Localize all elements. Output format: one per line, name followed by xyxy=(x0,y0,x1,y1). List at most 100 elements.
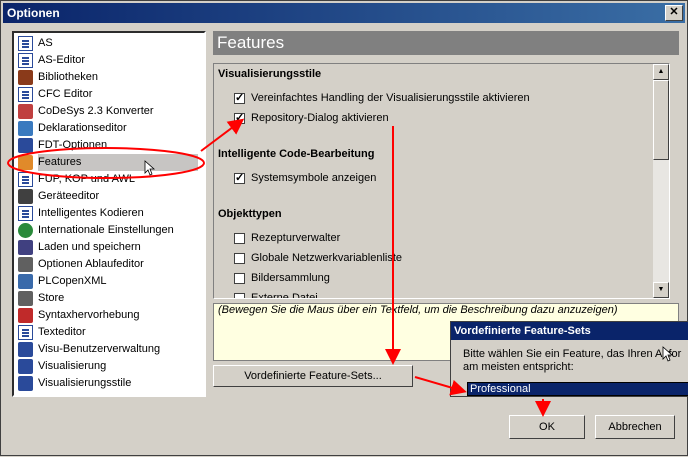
predefined-sets-popup: Vordefinierte Feature-Sets Bitte wählen … xyxy=(450,321,688,397)
section-heading: Intelligente Code-Bearbeitung xyxy=(218,148,375,160)
save-icon xyxy=(18,240,33,255)
tree-item-label: AS-Editor xyxy=(38,54,86,66)
tree-item[interactable]: Deklarationseditor xyxy=(18,120,203,137)
device-icon xyxy=(18,189,33,204)
options-dialog: Optionen ✕ AS AS-Editor Bibliotheken CFC Ed… xyxy=(0,0,688,456)
tree-item-label: AS xyxy=(38,37,53,49)
feature-checkbox[interactable] xyxy=(234,171,245,184)
tree-item-label: Optionen Ablaufeditor xyxy=(38,258,144,270)
tree-item[interactable]: PLCopenXML xyxy=(18,273,203,290)
tree-item[interactable]: Intelligentes Kodieren xyxy=(18,205,203,222)
tree-item-label: CoDeSys 2.3 Konverter xyxy=(38,105,154,117)
tree-item-label: Features xyxy=(38,154,198,171)
feature-label: Vereinfachtes Handling der Visualisierun… xyxy=(251,92,530,104)
doc-icon xyxy=(18,172,33,187)
title-bar: Optionen ✕ xyxy=(3,3,685,23)
tree-item-label: Texteditor xyxy=(38,326,86,338)
tree-item[interactable]: AS xyxy=(18,35,203,52)
feature-checkbox[interactable] xyxy=(234,91,245,104)
page-title: Features xyxy=(217,33,285,52)
fdt-icon xyxy=(18,138,33,153)
tree-item[interactable]: CFC Editor xyxy=(18,86,203,103)
tree-item[interactable]: Texteditor xyxy=(18,324,203,341)
cancel-button[interactable]: Abbrechen xyxy=(595,415,675,439)
tree-item[interactable]: Visualisierungsstile xyxy=(18,375,203,392)
popup-title: Vordefinierte Feature-Sets xyxy=(454,325,591,337)
feature-set-value: Professional xyxy=(470,383,531,395)
tree-item-label: Syntaxhervorhebung xyxy=(38,309,140,321)
panel-scrollbar[interactable]: ▲ ▼ xyxy=(653,64,669,298)
feature-label: Rezepturverwalter xyxy=(251,232,341,244)
section-heading: Visualisierungsstile xyxy=(218,68,322,80)
doc-icon xyxy=(18,325,33,340)
syntax-icon xyxy=(18,308,33,323)
features-panel: ▲ ▼ Visualisierungsstile Vereinfachtes Ha… xyxy=(213,63,670,299)
tree-item[interactable]: Syntaxhervorhebung xyxy=(18,307,203,324)
gear-icon xyxy=(18,257,33,272)
tree-item[interactable]: Bibliotheken xyxy=(18,69,203,86)
tree-item-label: Visu-Benutzerverwaltung xyxy=(38,343,161,355)
tree-item-label: Bibliotheken xyxy=(38,71,98,83)
popup-title-bar: Vordefinierte Feature-Sets xyxy=(451,322,688,340)
books-icon xyxy=(18,70,33,85)
feature-label: Bildersammlung xyxy=(251,272,330,284)
tree-item[interactable]: AS-Editor xyxy=(18,52,203,69)
tree-item[interactable]: Features xyxy=(18,154,203,171)
options-tree[interactable]: AS AS-Editor Bibliotheken CFC Editor CoDeSys… xyxy=(12,31,206,397)
feature-set-select[interactable]: Professional xyxy=(467,382,688,396)
converter-icon xyxy=(18,104,33,119)
tree-item[interactable]: Visualisierung xyxy=(18,358,203,375)
tree-item-label: Geräteeditor xyxy=(38,190,100,202)
feature-label: Globale Netzwerkvariablenliste xyxy=(251,252,403,264)
ok-button[interactable]: OK xyxy=(509,415,585,439)
globe-icon xyxy=(18,223,33,238)
page-header: Features xyxy=(213,31,679,55)
tree-item[interactable]: Store xyxy=(18,290,203,307)
tree-item[interactable]: CoDeSys 2.3 Konverter xyxy=(18,103,203,120)
feature-checkbox[interactable] xyxy=(234,253,245,264)
doc-icon xyxy=(18,87,33,102)
close-button[interactable]: ✕ xyxy=(665,5,683,21)
tree-item-label: Internationale Einstellungen xyxy=(38,224,174,236)
window-title: Optionen xyxy=(7,6,60,20)
tree-item-label: FUP, KOP und AWL xyxy=(38,173,136,185)
tree-item-label: Deklarationseditor xyxy=(38,122,127,134)
tree-item[interactable]: Internationale Einstellungen xyxy=(18,222,203,239)
tree-item[interactable]: Geräteeditor xyxy=(18,188,203,205)
tree-item-label: FDT-Optionen xyxy=(38,139,108,151)
tree-item[interactable]: Optionen Ablaufeditor xyxy=(18,256,203,273)
pencil-icon xyxy=(18,121,33,136)
doc-icon xyxy=(18,36,33,51)
description-text: (Bewegen Sie die Maus über ein Textfeld,… xyxy=(218,304,618,316)
tree-item[interactable]: Laden und speichern xyxy=(18,239,203,256)
feature-checkbox[interactable] xyxy=(234,111,245,124)
tree-item-label: Laden und speichern xyxy=(38,241,141,253)
xml-icon xyxy=(18,274,33,289)
tree-item[interactable]: FUP, KOP und AWL xyxy=(18,171,203,188)
feature-label: Repository-Dialog aktivieren xyxy=(251,112,389,124)
predefined-feature-sets-button[interactable]: Vordefinierte Feature-Sets... xyxy=(213,365,413,387)
tree-item[interactable]: FDT-Optionen xyxy=(18,137,203,154)
tree-item-label: PLCopenXML xyxy=(38,275,107,287)
tree-item-label: Intelligentes Kodieren xyxy=(38,207,144,219)
popup-message: Bitte wählen Sie ein Feature, das Ihren … xyxy=(463,348,682,373)
scroll-up-icon[interactable]: ▲ xyxy=(653,64,669,80)
doc-icon xyxy=(18,206,33,221)
scroll-thumb[interactable] xyxy=(653,80,669,160)
feature-label: Systemsymbole anzeigen xyxy=(251,172,377,184)
feature-checkbox[interactable] xyxy=(234,233,245,244)
tree-item-label: Visualisierung xyxy=(38,360,107,372)
visu-icon xyxy=(18,376,33,391)
feature-label: Externe Datei xyxy=(251,292,318,299)
tree-item-label: Store xyxy=(38,292,65,304)
doc-icon xyxy=(18,53,33,68)
feature-checkbox[interactable] xyxy=(234,273,245,284)
tree-item[interactable]: Visu-Benutzerverwaltung xyxy=(18,341,203,358)
tree-item-label: Visualisierungsstile xyxy=(38,377,132,389)
tree-item-label: CFC Editor xyxy=(38,88,93,100)
users-icon xyxy=(18,342,33,357)
visu-icon xyxy=(18,359,33,374)
store-icon xyxy=(18,291,33,306)
feature-checkbox[interactable] xyxy=(234,293,245,298)
scroll-down-icon[interactable]: ▼ xyxy=(653,282,669,298)
